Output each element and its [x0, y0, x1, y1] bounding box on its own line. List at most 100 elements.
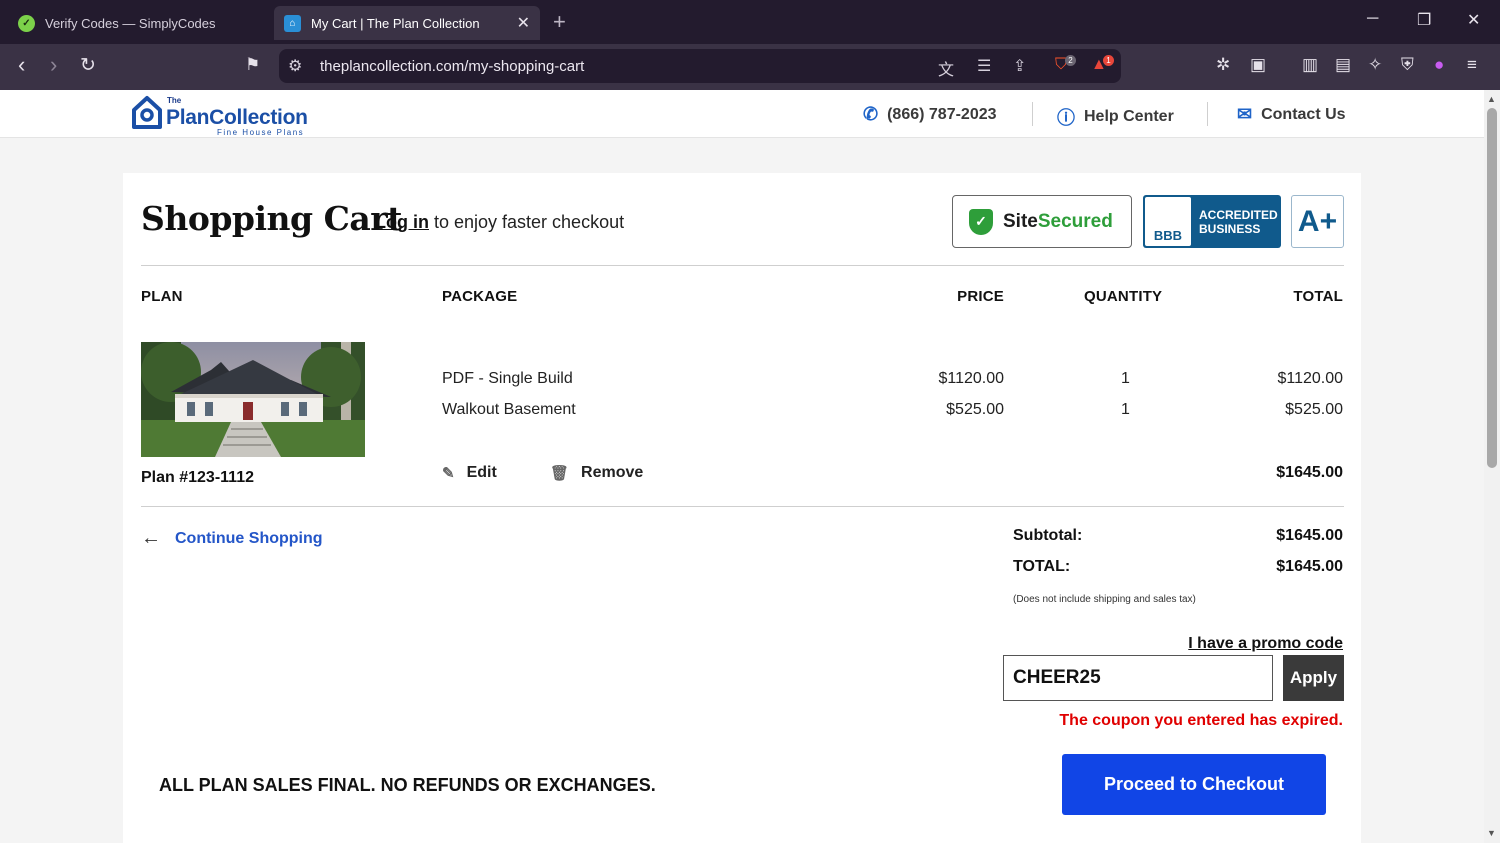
promo-code-toggle[interactable]: I have a promo code — [1188, 635, 1343, 653]
help-center-link[interactable]: ⓘ Help Center — [1057, 104, 1174, 130]
total-value: $1645.00 — [1276, 558, 1343, 575]
package-name: PDF - Single Build — [442, 370, 573, 387]
scrollbar-thumb[interactable] — [1487, 108, 1497, 468]
mail-icon: ✉ — [1237, 104, 1253, 124]
tab-title: My Cart | The Plan Collection — [311, 15, 480, 31]
bbb-accredited-seal[interactable]: BBB ACCREDITED BUSINESS — [1143, 195, 1281, 248]
site-secured-text-a: Site — [1003, 210, 1038, 232]
plan-line-total: $1645.00 — [1276, 464, 1343, 481]
header-divider — [1032, 102, 1033, 126]
bbb-rating-badge[interactable]: A+ — [1291, 195, 1344, 248]
tab-my-cart[interactable]: ⌂ My Cart | The Plan Collection ✕ — [274, 6, 540, 40]
package-price: $1120.00 — [938, 370, 1004, 387]
login-link[interactable]: Log in — [375, 212, 429, 232]
subtotal-value: $1645.00 — [1276, 527, 1343, 544]
bbb-line-1: ACCREDITED — [1199, 207, 1278, 222]
url-text[interactable]: theplancollection.com/my-shopping-cart — [320, 58, 584, 75]
reload-icon[interactable]: ↻ — [80, 54, 96, 77]
plancollection-favicon-icon: ⌂ — [284, 14, 301, 32]
profile-icon[interactable]: ● — [1434, 55, 1444, 75]
menu-icon[interactable]: ≡ — [1467, 55, 1477, 75]
house-logo-icon — [132, 96, 162, 129]
remove-label: Remove — [581, 464, 644, 481]
edit-button[interactable]: ✎ Edit — [442, 464, 497, 482]
page-title: Shopping Cart — [141, 199, 402, 238]
browser-toolbar: ‹ › ↻ ⚑ ⚙ theplancollection.com/my-shopp… — [0, 44, 1500, 90]
bbb-line-2: BUSINESS — [1199, 221, 1261, 236]
browser-tab-bar: ✓ Verify Codes — SimplyCodes ⌂ My Cart |… — [0, 0, 1500, 44]
bookmark-icon[interactable]: ⚑ — [245, 55, 260, 75]
site-secured-text-b: Secured — [1037, 210, 1113, 232]
remove-button[interactable]: 🗑 Remove — [550, 464, 643, 482]
vpn-icon[interactable]: ⛨ — [1401, 55, 1414, 75]
contact-us-label: Contact Us — [1261, 105, 1346, 123]
reader-mode-icon[interactable]: ☰ — [977, 56, 991, 76]
column-header-price: PRICE — [957, 288, 1004, 305]
plan-thumbnail-image[interactable] — [141, 342, 365, 457]
pencil-icon: ✎ — [442, 465, 455, 482]
tab-title: Verify Codes — SimplyCodes — [45, 15, 216, 31]
translate-icon[interactable]: 文 — [938, 56, 954, 80]
scroll-up-icon[interactable]: ▲ — [1487, 94, 1496, 104]
shopping-cart-panel: Shopping Cart Log in to enjoy faster chec… — [123, 173, 1361, 843]
minimize-icon[interactable]: ─ — [1367, 10, 1378, 28]
phone-icon: ✆ — [863, 104, 879, 124]
arrow-left-icon: ← — [141, 527, 161, 549]
total-label: TOTAL: — [1013, 558, 1071, 575]
proceed-to-checkout-button[interactable]: Proceed to Checkout — [1062, 754, 1326, 815]
restore-icon[interactable]: ❐ — [1417, 10, 1431, 30]
back-icon[interactable]: ‹ — [18, 52, 25, 78]
package-name: Walkout Basement — [442, 401, 576, 418]
package-quantity: 1 — [1121, 401, 1130, 418]
subtotal-label: Subtotal: — [1013, 527, 1083, 544]
logo-the: The — [167, 96, 182, 105]
site-header: The PlanCollection Fine House Plans ✆ (8… — [0, 90, 1484, 138]
shields-count-badge: 2 — [1065, 55, 1076, 66]
apply-promo-button[interactable]: Apply — [1283, 655, 1344, 701]
continue-shopping-label: Continue Shopping — [175, 529, 323, 547]
logo-name: PlanCollection — [166, 106, 308, 129]
sales-policy-notice: ALL PLAN SALES FINAL. NO REFUNDS OR EXCH… — [159, 775, 656, 795]
phone-number: (866) 787-2023 — [887, 105, 997, 123]
package-price: $525.00 — [946, 401, 1004, 418]
close-window-icon[interactable]: ✕ — [1467, 10, 1480, 30]
simplycodes-favicon-icon: ✓ — [18, 14, 35, 32]
site-settings-icon[interactable]: ⚙ — [288, 56, 302, 76]
logo-tagline: Fine House Plans — [217, 128, 305, 137]
wallet-icon[interactable]: ▤ — [1335, 55, 1351, 75]
column-header-total: TOTAL — [1293, 288, 1343, 305]
edit-label: Edit — [466, 464, 497, 481]
package-total: $1120.00 — [1277, 370, 1343, 387]
phone-link[interactable]: ✆ (866) 787-2023 — [863, 104, 997, 125]
header-divider — [1207, 102, 1208, 126]
package-total: $525.00 — [1285, 401, 1343, 418]
extensions-icon[interactable]: ✲ — [1216, 55, 1230, 75]
plan-number[interactable]: Plan #123-1112 — [141, 469, 254, 487]
tax-note: (Does not include shipping and sales tax… — [1013, 594, 1196, 605]
plan-collection-logo[interactable]: The PlanCollection Fine House Plans — [131, 94, 308, 137]
share-icon[interactable]: ⇪ — [1013, 56, 1026, 76]
new-tab-icon[interactable]: + — [553, 9, 566, 35]
continue-shopping-link[interactable]: ← Continue Shopping — [141, 527, 323, 550]
shield-check-icon: ✓ — [969, 208, 993, 235]
tab-search-icon[interactable]: ▣ — [1250, 55, 1266, 75]
contact-us-link[interactable]: ✉ Contact Us — [1237, 104, 1346, 125]
forward-icon[interactable]: › — [50, 52, 57, 78]
bbb-torch-icon: BBB — [1145, 197, 1191, 246]
scroll-down-icon[interactable]: ▼ — [1487, 828, 1496, 838]
help-center-label: Help Center — [1084, 108, 1174, 125]
tab-verify-codes[interactable]: ✓ Verify Codes — SimplyCodes — [8, 6, 270, 40]
address-bar[interactable]: ⚙ theplancollection.com/my-shopping-cart… — [279, 49, 1121, 83]
column-header-package: PACKAGE — [442, 288, 518, 305]
column-header-quantity: QUANTITY — [1084, 288, 1163, 305]
divider — [141, 506, 1344, 507]
leo-ai-icon[interactable]: ✧ — [1368, 55, 1382, 75]
login-prompt-text: to enjoy faster checkout — [433, 212, 625, 232]
site-secured-seal[interactable]: ✓ SiteSecured — [952, 195, 1132, 248]
divider — [141, 265, 1344, 266]
login-prompt: Log in to enjoy faster checkout — [375, 212, 624, 233]
promo-code-input[interactable] — [1003, 655, 1273, 701]
sidebar-icon[interactable]: ▥ — [1302, 55, 1318, 75]
trash-icon: 🗑 — [550, 465, 570, 482]
close-tab-icon[interactable]: ✕ — [517, 13, 530, 33]
